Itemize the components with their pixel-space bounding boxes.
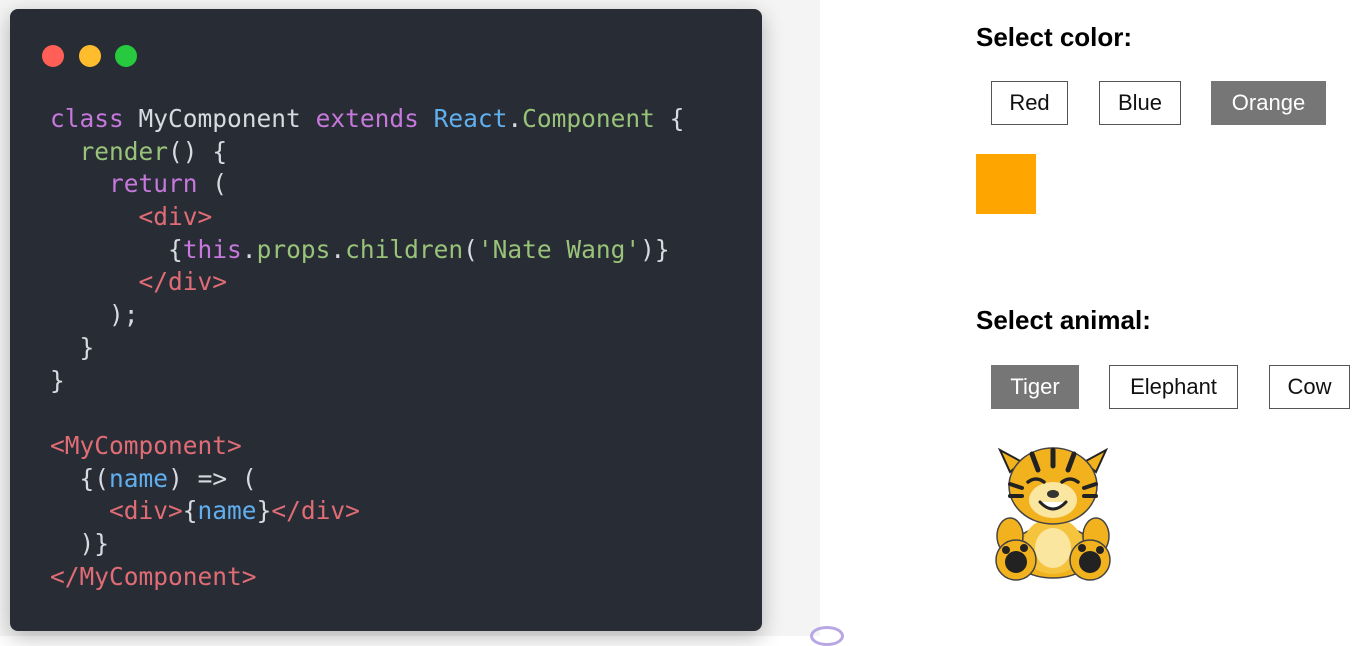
window-maximize-dot xyxy=(115,45,137,67)
animal-option-elephant[interactable]: Elephant xyxy=(1109,365,1238,409)
code-line: {(name) => ( xyxy=(79,463,257,493)
code-line: )} xyxy=(79,528,110,558)
code-line: </MyComponent> xyxy=(50,561,257,591)
code-line: class MyComponent extends React.Componen… xyxy=(50,104,685,133)
code-line: {this.props.children('Nate Wang')} xyxy=(168,234,670,264)
code-line: return ( xyxy=(109,169,228,199)
code-block: class MyComponent extends React.Componen… xyxy=(50,103,684,593)
color-option-orange[interactable]: Orange xyxy=(1211,81,1326,125)
color-option-blue[interactable]: Blue xyxy=(1099,81,1181,125)
code-window: class MyComponent extends React.Componen… xyxy=(10,9,762,631)
window-minimize-dot xyxy=(79,45,101,67)
code-line: <div> xyxy=(138,202,213,232)
animal-section-title: Select animal: xyxy=(976,305,1151,335)
code-line: } xyxy=(79,332,95,362)
color-option-red[interactable]: Red xyxy=(991,81,1068,125)
animal-option-tiger[interactable]: Tiger xyxy=(991,365,1079,409)
code-line: <MyComponent> xyxy=(50,430,242,460)
color-section-title: Select color: xyxy=(976,22,1133,52)
window-close-dot xyxy=(42,45,64,67)
tiger-plush-icon xyxy=(995,447,1111,581)
animal-option-cow[interactable]: Cow xyxy=(1269,365,1350,409)
code-line: </div> xyxy=(138,267,228,297)
code-line: ); xyxy=(109,300,139,330)
color-swatch xyxy=(976,154,1036,214)
code-line: } xyxy=(50,365,65,395)
code-line: render() { xyxy=(79,136,228,166)
code-line: <div>{name}</div> xyxy=(109,496,360,526)
cursor-highlight-icon xyxy=(810,626,844,646)
slide-background: class MyComponent extends React.Componen… xyxy=(0,0,820,636)
